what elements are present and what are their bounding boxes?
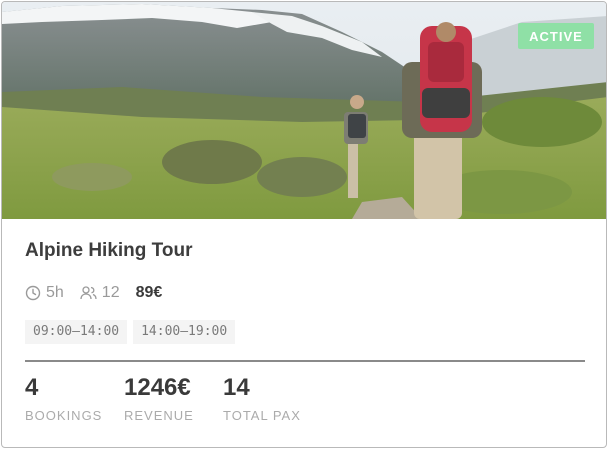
stat-label: BOOKINGS [25, 408, 103, 423]
stat-label: TOTAL PAX [223, 408, 301, 423]
price: 89€ [135, 284, 163, 301]
time-slot[interactable]: 09:00–14:00 [25, 320, 128, 344]
time-slot[interactable]: 14:00–19:00 [133, 320, 236, 344]
tour-hero-image [2, 2, 606, 219]
tour-card[interactable]: ACTIVE Alpine Hiking Tour 5h 12 89€ 09:0… [1, 1, 607, 448]
tour-meta: 5h 12 89€ [25, 282, 162, 304]
stat-value: 1246€ [124, 374, 191, 401]
status-badge: ACTIVE [518, 23, 594, 49]
duration-meta: 5h [25, 284, 64, 302]
clock-icon [25, 285, 41, 301]
duration-value: 5h [46, 284, 64, 301]
stat-total-pax: 14 TOTAL PAX [223, 372, 343, 423]
stat-value: 4 [25, 374, 39, 401]
stats-row: 4 BOOKINGS 1246€ REVENUE 14 TOTAL PAX [25, 372, 343, 423]
stat-value: 14 [223, 374, 250, 401]
tour-title[interactable]: Alpine Hiking Tour [25, 240, 192, 262]
stat-label: REVENUE [124, 408, 194, 423]
capacity-value: 12 [101, 284, 120, 301]
time-slots: 09:00–14:00 14:00–19:00 [25, 320, 241, 344]
stat-revenue: 1246€ REVENUE [124, 372, 223, 423]
capacity-meta: 12 [80, 284, 120, 302]
stat-bookings: 4 BOOKINGS [25, 372, 124, 423]
divider [25, 360, 585, 362]
people-icon [80, 286, 97, 300]
